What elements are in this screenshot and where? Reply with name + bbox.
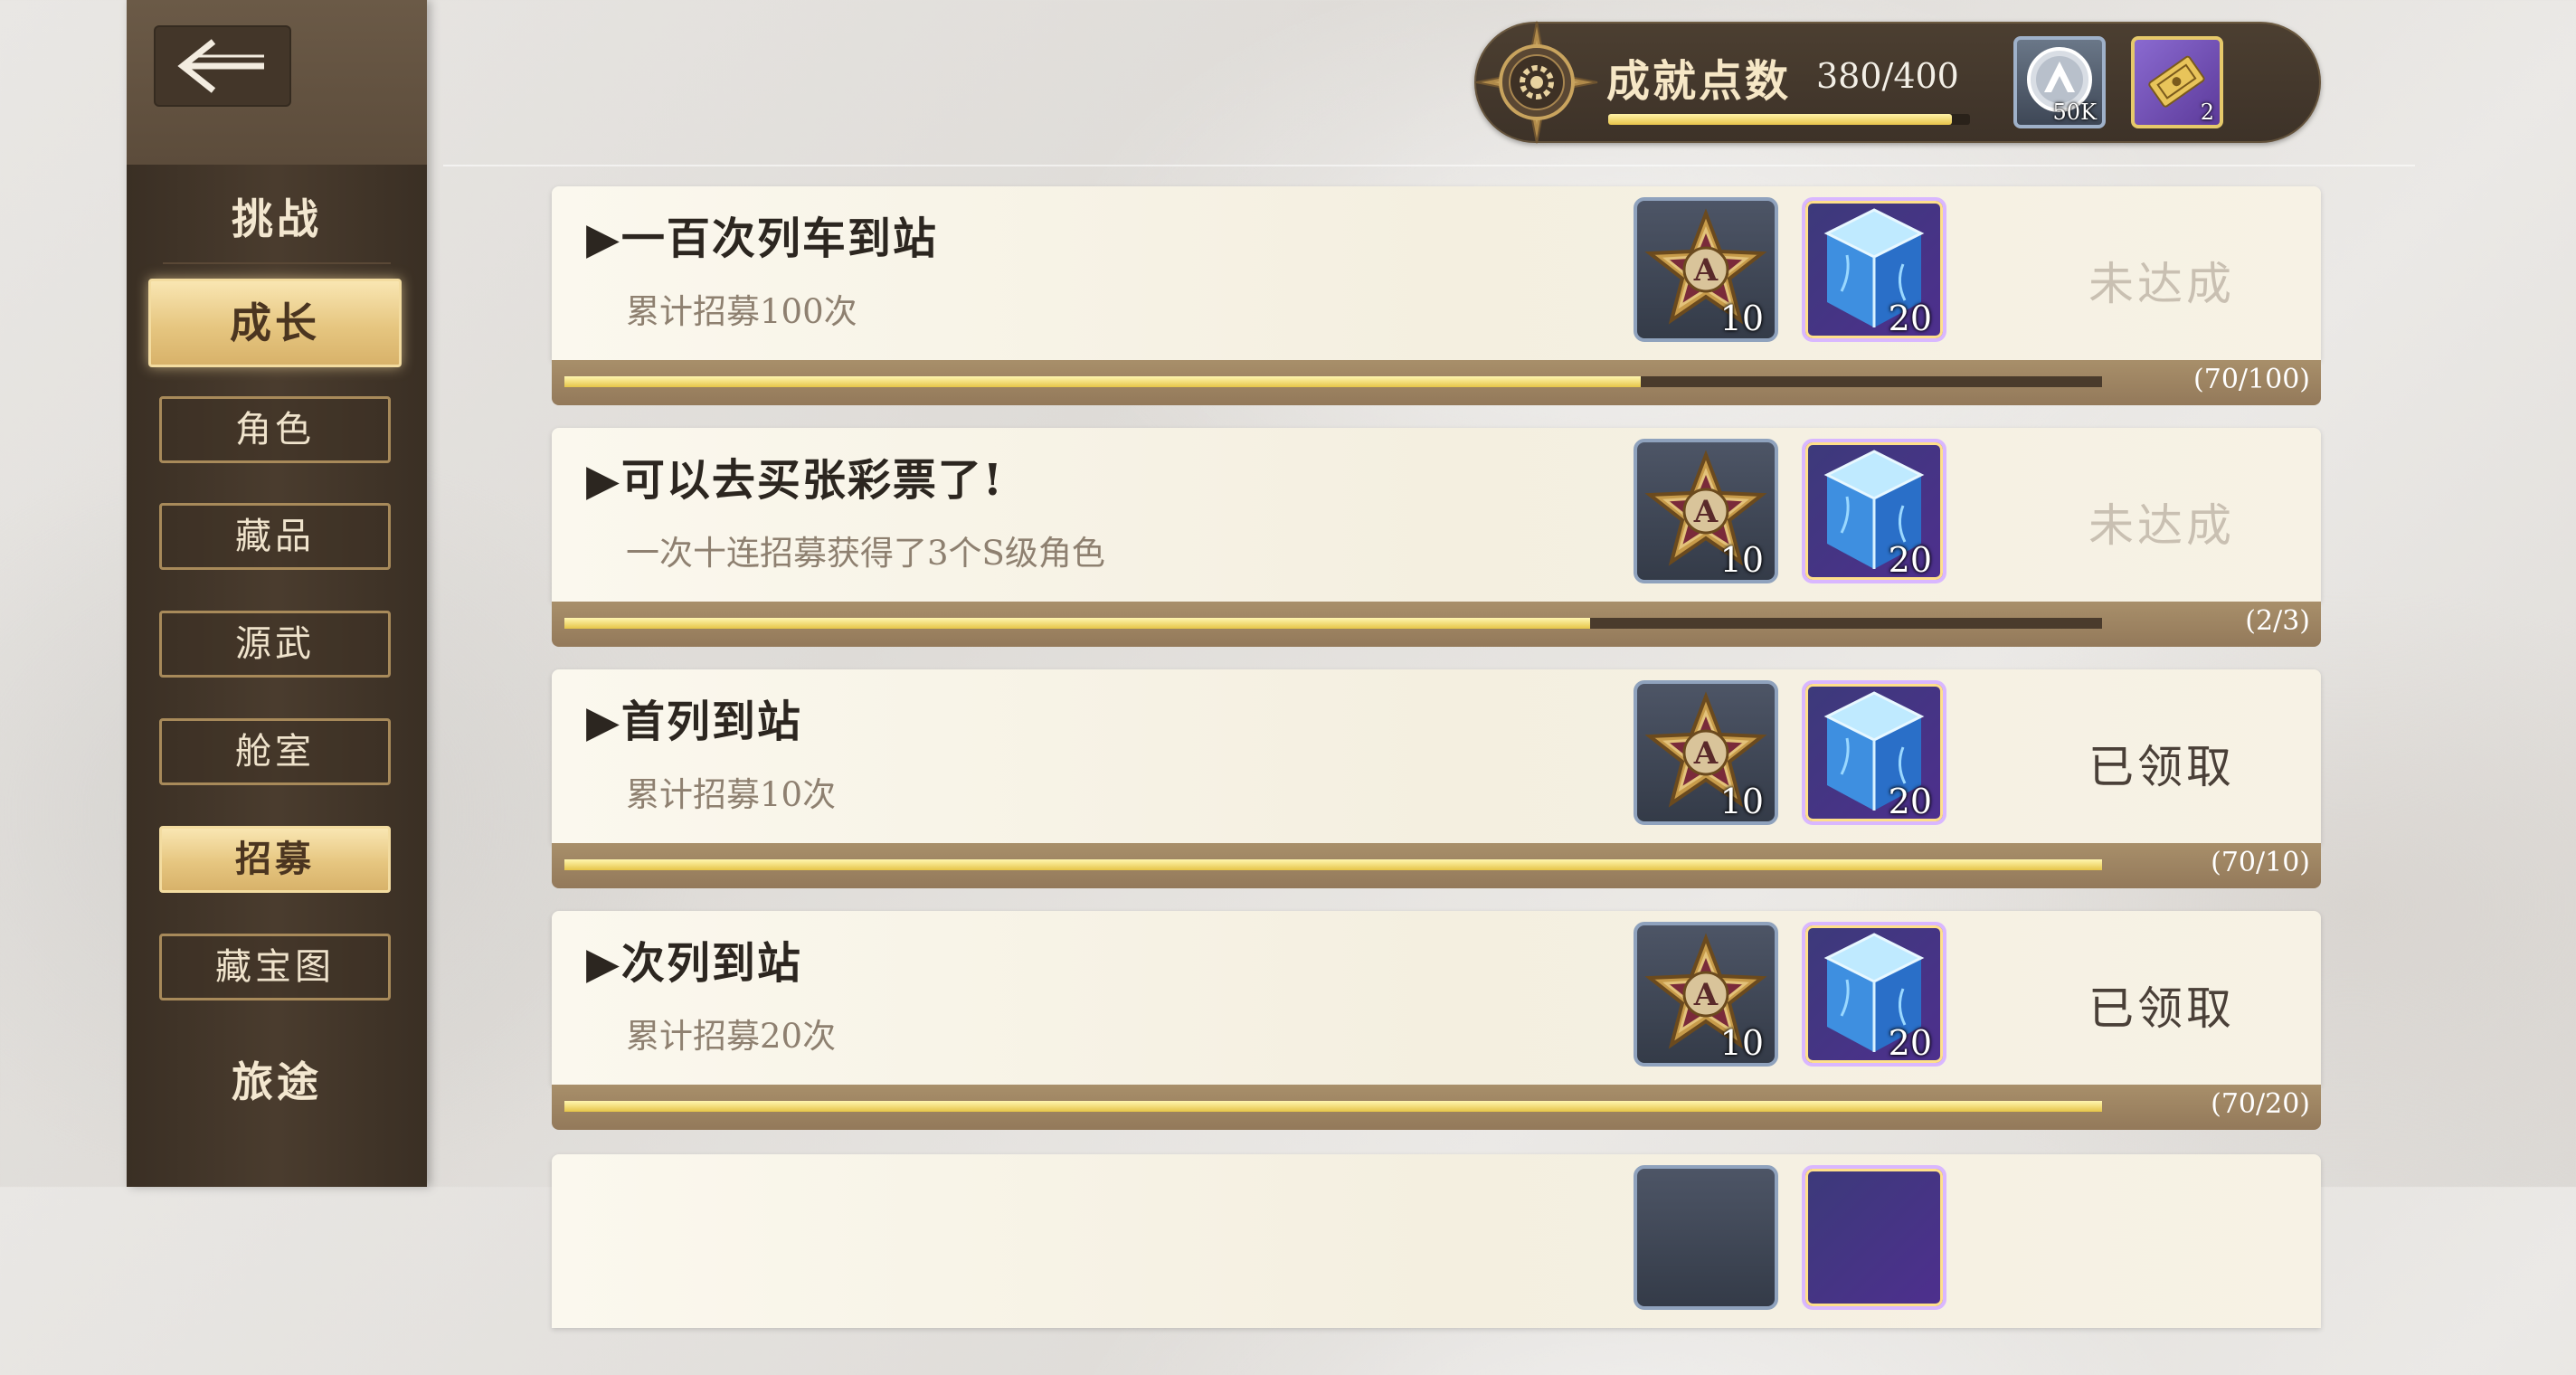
achievement-card-partial [552,1154,2321,1375]
svg-text:A: A [1693,977,1719,1013]
achievement-description: 累计招募100次 [626,292,857,331]
reward-blue-crystal[interactable]: 20 [1802,197,1946,342]
progress-fill [564,376,1641,387]
sidebar-category-challenge[interactable]: 挑战 [127,186,427,246]
achievement-card-body: ▶首列到站 累计招募10次 A 10 20 已领取 [552,669,2321,843]
achievement-progress-bar: (70/20) [552,1085,2321,1130]
achievement-title: ▶可以去买张彩票了! [586,455,1004,506]
progress-fill [564,859,2102,870]
reward-count: 10 [1719,299,1764,338]
achievement-description: 累计招募20次 [626,1017,837,1056]
sidebar-item-collection[interactable]: 藏品 [159,503,391,570]
svg-text:A: A [1693,494,1719,530]
sidebar-divider [163,262,391,264]
achievement-card-body: ▶次列到站 累计招募20次 A 10 20 已领取 [552,911,2321,1085]
achievement-status: 未达成 [2088,499,2235,552]
achievement-title: ▶首列到站 [586,697,802,747]
reward-count: 20 [1888,299,1932,338]
reward-a-star-medal[interactable]: A 10 [1634,439,1778,583]
back-button[interactable] [154,25,291,107]
progress-track [564,376,2102,387]
achievement-progress-bar: (70/100) [552,360,2321,405]
sidebar: 挑战 成长 角色 藏品 源武 舱室 招募 藏宝图 旅途 [127,0,427,1187]
reward-count: 20 [1888,782,1932,821]
achievement-card[interactable]: ▶首列到站 累计招募10次 A 10 20 已领取 (70/10) [552,669,2321,890]
svg-text:A: A [1693,252,1719,289]
achievement-card-body: ▶一百次列车到站 累计招募100次 A 10 20 未达成 [552,186,2321,360]
reward-count: 20 [1888,540,1932,580]
progress-track [564,1101,2102,1112]
achievement-card[interactable]: ▶一百次列车到站 累计招募100次 A 10 20 未达成 (70/100) [552,186,2321,407]
achievement-progress-bar: (70/10) [552,843,2321,888]
resource-gold-ticket-count: 2 [2200,100,2214,125]
sidebar-category-growth[interactable]: 成长 [148,279,402,367]
achievement-card[interactable]: ▶可以去买张彩票了! 一次十连招募获得了3个S级角色 A 10 20 未达成 (… [552,428,2321,649]
achievement-status: 已领取 [2088,982,2235,1035]
sidebar-item-treasure-map[interactable]: 藏宝图 [159,934,391,1000]
achievement-description: 一次十连招募获得了3个S级角色 [626,534,1105,573]
reward-count: 10 [1719,782,1764,821]
achievement-progress-bar: (2/3) [552,602,2321,647]
reward-count: 10 [1719,1023,1764,1063]
achievement-points-panel: 成就点数 380/400 50K 2 [1474,21,2321,144]
reward-a-star-medal[interactable]: A 10 [1634,922,1778,1067]
back-arrow-icon [177,39,264,93]
achievement-description: 累计招募10次 [626,775,837,814]
achievement-status: 未达成 [2088,258,2235,310]
sidebar-item-character[interactable]: 角色 [159,396,391,463]
progress-track [564,859,2102,870]
achievement-points-progress-fill [1608,114,1952,125]
reward-a-star-medal[interactable] [1634,1165,1778,1310]
progress-fill [564,618,1590,629]
reward-blue-crystal[interactable]: 20 [1802,680,1946,825]
sidebar-item-cabin[interactable]: 舱室 [159,718,391,785]
reward-a-star-medal[interactable]: A 10 [1634,680,1778,825]
resource-silver-coin-count: 50K [2052,100,2097,125]
reward-blue-crystal[interactable]: 20 [1802,922,1946,1067]
progress-text: (70/100) [2193,364,2310,395]
sidebar-item-source-weapon[interactable]: 源武 [159,611,391,678]
achievement-title: ▶次列到站 [586,938,802,989]
reward-blue-crystal[interactable]: 20 [1802,439,1946,583]
achievement-card[interactable]: ▶次列到站 累计招募20次 A 10 20 已领取 (70/20) [552,911,2321,1132]
progress-text: (2/3) [2245,605,2310,637]
sidebar-category-journey[interactable]: 旅途 [127,1049,427,1109]
sidebar-item-recruit[interactable]: 招募 [159,826,391,893]
achievement-points-label: 成就点数 [1606,56,1792,107]
svg-text:A: A [1693,735,1719,772]
progress-fill [564,1101,2102,1112]
achievement-card-body [552,1154,2321,1328]
resource-silver-coin[interactable]: 50K [2013,36,2106,128]
resource-gold-ticket[interactable]: 2 [2131,36,2223,128]
progress-text: (70/10) [2211,847,2310,878]
achievement-title: ▶一百次列车到站 [586,213,938,264]
reward-a-star-medal[interactable]: A 10 [1634,197,1778,342]
reward-blue-crystal[interactable] [1802,1165,1946,1310]
progress-text: (70/20) [2211,1088,2310,1120]
achievement-points-progress-track [1608,114,1970,125]
header-divider [443,165,2415,166]
progress-track [564,618,2102,629]
reward-count: 20 [1888,1023,1932,1063]
compass-gear-icon [1475,21,1598,144]
achievement-card-body: ▶可以去买张彩票了! 一次十连招募获得了3个S级角色 A 10 20 未达成 [552,428,2321,602]
achievement-points-value: 380/400 [1816,56,1959,96]
achievement-status: 已领取 [2088,741,2235,793]
reward-count: 10 [1719,540,1764,580]
sidebar-header [127,0,427,165]
